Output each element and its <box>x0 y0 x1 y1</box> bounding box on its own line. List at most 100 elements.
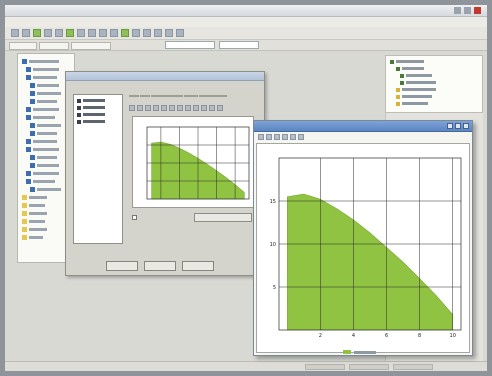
toolbar-icon[interactable] <box>201 105 207 111</box>
toolbar-icon[interactable] <box>290 134 296 140</box>
channel-list[interactable] <box>73 94 123 244</box>
channel-item[interactable] <box>77 105 105 110</box>
toolbar-icon[interactable] <box>217 105 223 111</box>
toolbar-icon[interactable] <box>145 105 151 111</box>
outline-item[interactable] <box>396 87 436 92</box>
tree-item[interactable] <box>26 170 59 176</box>
tree-item[interactable] <box>26 138 57 144</box>
outline-item[interactable] <box>396 101 428 106</box>
toolbar-icon[interactable] <box>110 29 118 37</box>
dialog-button[interactable] <box>182 261 214 271</box>
dialog-button[interactable] <box>144 261 176 271</box>
tree-item[interactable] <box>30 186 61 192</box>
dialog-button[interactable] <box>106 261 138 271</box>
tree-item-label <box>33 67 59 71</box>
toolbar-icon[interactable] <box>44 29 52 37</box>
tree-item[interactable] <box>22 226 47 232</box>
editor-tab-bar <box>5 40 487 51</box>
toolbar-icon[interactable] <box>129 105 135 111</box>
target-combo[interactable] <box>219 41 259 49</box>
outline-item[interactable] <box>400 80 436 85</box>
tree-item[interactable] <box>22 210 47 216</box>
tree-item[interactable] <box>30 98 57 104</box>
toolbar-icon[interactable] <box>282 134 288 140</box>
channel-item[interactable] <box>77 119 105 124</box>
dialog-tab[interactable] <box>129 95 139 97</box>
tree-item[interactable] <box>22 202 45 208</box>
toolbar-icon[interactable] <box>193 105 199 111</box>
tree-item[interactable] <box>26 74 57 80</box>
dialog-tab[interactable] <box>184 95 198 97</box>
toolbar-icon[interactable] <box>55 29 63 37</box>
toolbar-icon[interactable] <box>153 105 159 111</box>
folder-icon <box>22 194 27 200</box>
toolbar-icon[interactable] <box>258 134 264 140</box>
toolbar-icon[interactable] <box>88 29 96 37</box>
editor-tab[interactable] <box>39 42 69 50</box>
tree-item[interactable] <box>30 130 57 136</box>
editor-tab[interactable] <box>71 42 111 50</box>
tree-item[interactable] <box>26 146 59 152</box>
toolbar-icon[interactable] <box>266 134 272 140</box>
dialog-tab[interactable] <box>140 95 150 97</box>
checkbox-icon[interactable] <box>132 215 137 220</box>
channel-item[interactable] <box>77 112 105 117</box>
tree-node-icon <box>22 58 27 64</box>
channel-label <box>83 99 105 102</box>
toolbar-icon[interactable] <box>132 29 140 37</box>
tree-item[interactable] <box>30 82 59 88</box>
tree-item[interactable] <box>22 234 43 240</box>
outline-item[interactable] <box>396 94 432 99</box>
toolbar-icon[interactable] <box>165 29 173 37</box>
toolbar-icon[interactable] <box>161 105 167 111</box>
tree-item[interactable] <box>22 58 59 64</box>
window-close-icon[interactable] <box>463 123 469 129</box>
tree-item[interactable] <box>30 90 61 96</box>
toolbar-icon[interactable] <box>154 29 162 37</box>
channel-item[interactable] <box>77 98 105 103</box>
tree-node-icon <box>30 162 35 168</box>
tree-item[interactable] <box>26 114 55 120</box>
toolbar-icon[interactable] <box>137 105 143 111</box>
window-close-icon[interactable] <box>474 7 481 14</box>
autoscale-option[interactable] <box>132 215 137 220</box>
toolbar-icon[interactable] <box>11 29 19 37</box>
edit-graph-button[interactable] <box>194 213 252 222</box>
configuration-combo[interactable] <box>165 41 215 49</box>
tree-item[interactable] <box>26 66 59 72</box>
tree-item-label <box>33 115 55 119</box>
toolbar-icon[interactable] <box>176 29 184 37</box>
main-chart-svg: 2 4 6 8 10 5 10 15 <box>270 157 462 339</box>
window-maximize-icon[interactable] <box>455 123 461 129</box>
tree-item[interactable] <box>30 154 57 160</box>
tree-item[interactable] <box>26 106 59 112</box>
tree-item[interactable] <box>22 218 45 224</box>
tree-item[interactable] <box>30 162 59 168</box>
tree-item[interactable] <box>26 178 55 184</box>
toolbar-icon[interactable] <box>77 29 85 37</box>
toolbar-icon[interactable] <box>274 134 280 140</box>
window-minimize-icon[interactable] <box>454 7 461 14</box>
dialog-tab[interactable] <box>151 95 183 97</box>
editor-tab[interactable] <box>9 42 37 50</box>
toolbar-icon[interactable] <box>298 134 304 140</box>
window-controls <box>447 123 469 129</box>
toolbar-icon[interactable] <box>185 105 191 111</box>
tree-item[interactable] <box>30 122 61 128</box>
toolbar-icon[interactable] <box>169 105 175 111</box>
toolbar-icon[interactable] <box>143 29 151 37</box>
toolbar-icon[interactable] <box>121 29 129 37</box>
outline-item[interactable] <box>390 59 424 64</box>
outline-item[interactable] <box>396 66 424 71</box>
toolbar-icon[interactable] <box>99 29 107 37</box>
toolbar-icon[interactable] <box>209 105 215 111</box>
outline-item[interactable] <box>400 73 432 78</box>
dialog-tab[interactable] <box>199 95 227 97</box>
toolbar-icon[interactable] <box>177 105 183 111</box>
window-minimize-icon[interactable] <box>447 123 453 129</box>
toolbar-icon[interactable] <box>33 29 41 37</box>
toolbar-icon[interactable] <box>66 29 74 37</box>
toolbar-icon[interactable] <box>22 29 30 37</box>
tree-item[interactable] <box>22 194 47 200</box>
window-maximize-icon[interactable] <box>464 7 471 14</box>
